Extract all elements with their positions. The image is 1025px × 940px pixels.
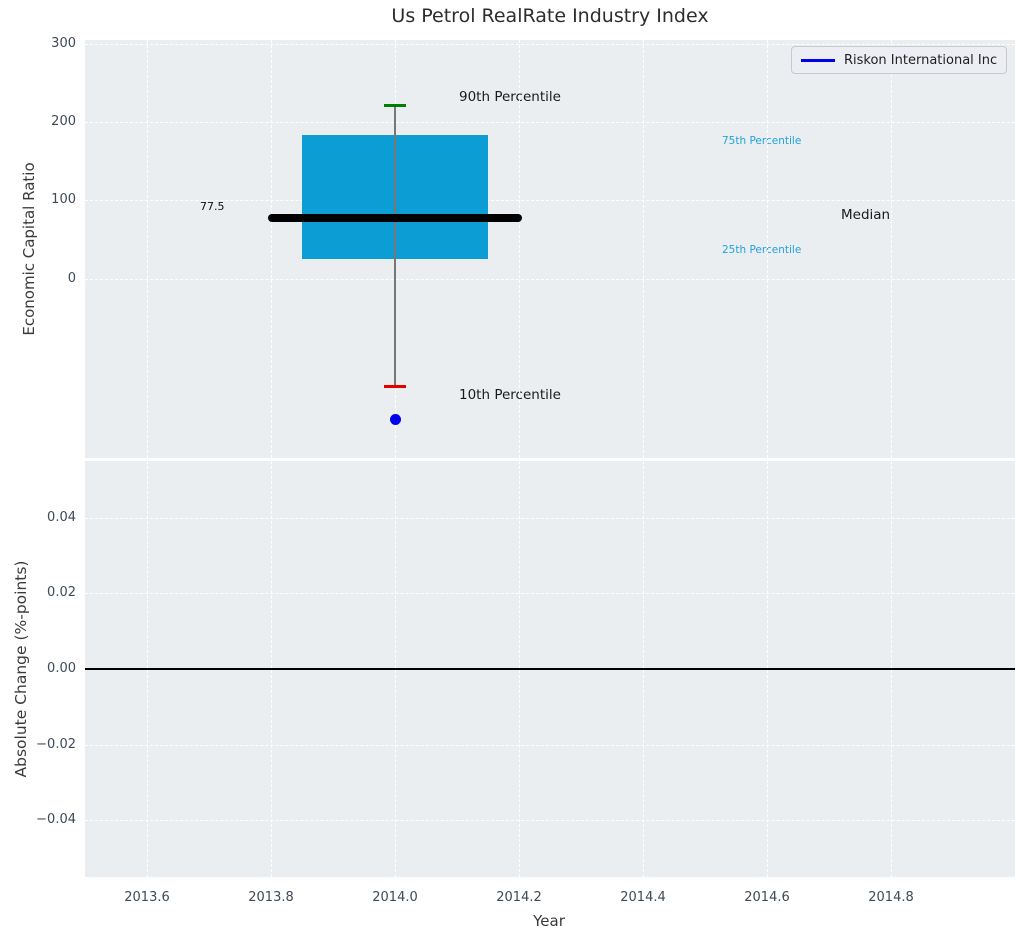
- bottom-y-tick-label: −0.04: [36, 812, 76, 828]
- horizontal-gridline: [85, 517, 1015, 519]
- p90-cap: [383, 104, 407, 108]
- annotation-90th-percentile: 90th Percentile: [459, 89, 561, 105]
- chart-title: Us Petrol RealRate Industry Index: [391, 5, 709, 27]
- x-tick-label: 2014.8: [868, 890, 914, 905]
- horizontal-gridline: [85, 744, 1015, 746]
- vertical-gridline: [271, 40, 272, 458]
- whisker-line: [394, 105, 396, 387]
- legend-entry-label: Riskon International Inc: [844, 52, 998, 68]
- bottom-y-tick-label: 0.02: [47, 585, 76, 601]
- x-tick-label: 2014.2: [496, 890, 542, 905]
- top-plot-area: 90th Percentile 75th Percentile Median 2…: [85, 40, 1015, 458]
- legend-line-sample: [801, 58, 835, 62]
- horizontal-gridline: [85, 43, 1015, 45]
- x-tick-label: 2013.8: [248, 890, 294, 905]
- horizontal-gridline: [85, 200, 1015, 202]
- bottom-y-tick-label: 0.00: [47, 661, 76, 676]
- figure: Us Petrol RealRate Industry Index 90th P…: [0, 0, 1025, 940]
- top-y-axis-title: Economic Capital Ratio: [20, 162, 38, 336]
- x-tick-label: 2014.6: [744, 890, 790, 905]
- horizontal-gridline: [85, 593, 1015, 595]
- vertical-gridline: [519, 40, 520, 458]
- annotation-median-value: 77.5: [200, 200, 225, 213]
- annotation-75th-percentile: 75th Percentile: [722, 135, 802, 147]
- median-line: [267, 214, 523, 223]
- top-y-tick-label: 200: [51, 114, 76, 130]
- vertical-gridline: [767, 40, 768, 458]
- annotation-25th-percentile: 25th Percentile: [722, 244, 802, 256]
- vertical-gridline: [147, 40, 148, 458]
- horizontal-gridline: [85, 278, 1015, 280]
- bottom-y-tick-label: 0.04: [47, 509, 76, 525]
- annotation-10th-percentile: 10th Percentile: [459, 387, 561, 403]
- x-tick-label: 2013.6: [124, 890, 170, 905]
- vertical-gridline: [643, 40, 644, 458]
- bottom-y-tick-label: −0.02: [36, 736, 76, 752]
- x-axis-title: Year: [533, 912, 565, 930]
- p10-cap: [383, 385, 407, 389]
- zero-line: [85, 668, 1015, 670]
- bottom-plot-area: [85, 461, 1015, 877]
- x-tick-label: 2014.4: [620, 890, 666, 905]
- top-y-tick-label: 100: [51, 192, 76, 208]
- horizontal-gridline: [85, 820, 1015, 822]
- vertical-gridline: [891, 40, 892, 458]
- top-y-tick-label: 0: [67, 270, 76, 286]
- top-y-tick-label: 300: [51, 35, 76, 51]
- x-tick-label: 2014.0: [372, 890, 418, 905]
- company-point: [389, 414, 401, 426]
- horizontal-gridline: [85, 122, 1015, 124]
- legend: Riskon International Inc: [791, 46, 1008, 74]
- annotation-median: Median: [841, 207, 891, 223]
